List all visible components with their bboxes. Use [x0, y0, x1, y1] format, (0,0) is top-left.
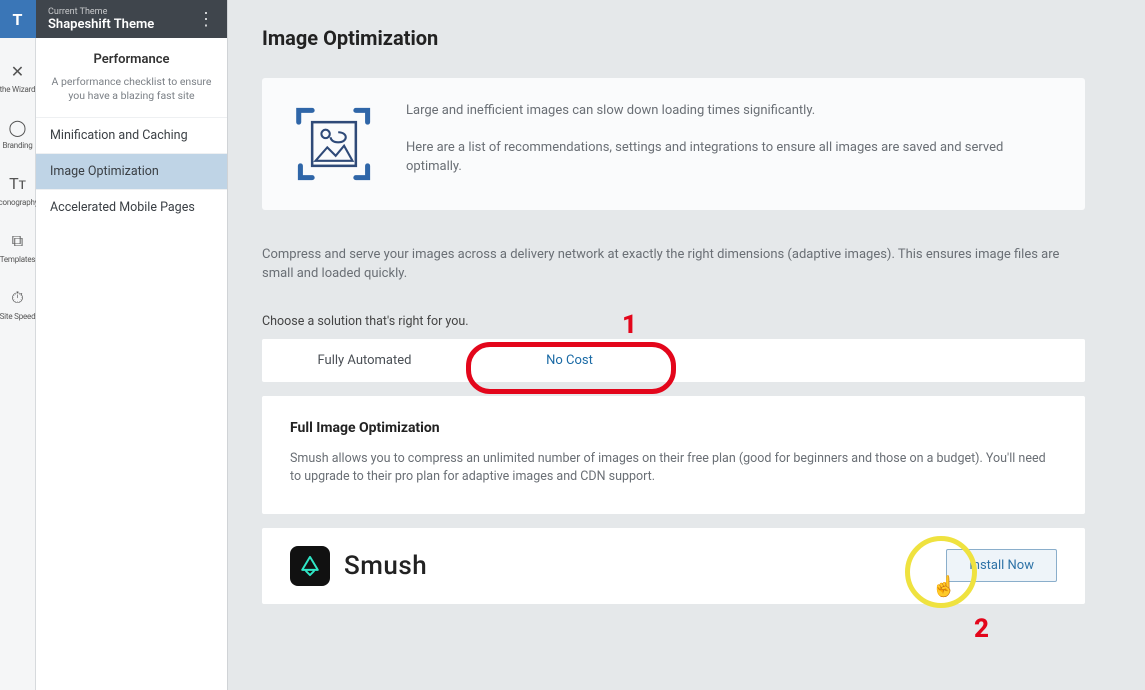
rail-item[interactable]: ◯ Branding: [0, 118, 38, 150]
rail-item[interactable]: ✕ the Wizard: [0, 62, 38, 94]
theme-pretitle: Current Theme: [48, 7, 154, 17]
sidebar: Current Theme Shapeshift Theme ⋮ Perform…: [36, 0, 228, 690]
product-name: Smush: [344, 551, 427, 581]
icon-rail: T ✕ the Wizard ◯ Branding Tᴛ iconography ⧉ Temp…: [0, 0, 36, 690]
brand-initial: T: [13, 10, 23, 29]
sidebar-item[interactable]: Minification and Caching: [36, 117, 227, 153]
sidebar-item[interactable]: Image Optimization: [36, 153, 227, 189]
lead-paragraph: Compress and serve your images across a …: [262, 246, 1085, 284]
info-p2: Here are a list of recommendations, sett…: [406, 139, 1055, 177]
rail-item-label: Site Speed: [0, 312, 35, 321]
solution-details: Full Image Optimization Smush allows you…: [262, 396, 1085, 514]
page-title: Image Optimization: [262, 26, 1085, 50]
install-now-button[interactable]: Install Now: [946, 549, 1057, 582]
info-text: Large and inefficient images can slow do…: [406, 102, 1055, 177]
install-row: Smush Install Now: [262, 528, 1085, 604]
tab-fully-automated[interactable]: Fully Automated: [262, 339, 467, 382]
solution-tabs: Fully AutomatedNo Cost: [262, 339, 1085, 382]
rail-item-icon: ◯: [9, 118, 27, 137]
rail-item-icon: Tᴛ: [9, 174, 26, 194]
product-brand: Smush: [290, 546, 427, 586]
sidebar-section-sub: A performance checklist to ensure you ha…: [36, 75, 227, 117]
brand-logo[interactable]: T: [0, 0, 36, 38]
rail-item-label: iconography: [0, 198, 38, 207]
details-body: Smush allows you to compress an unlimite…: [290, 450, 1057, 486]
rail-item[interactable]: ⏱ Site Speed: [0, 288, 38, 321]
rail-item-label: Templates: [0, 255, 35, 264]
sidebar-item[interactable]: Accelerated Mobile Pages: [36, 189, 227, 225]
rail-item-label: the Wizard: [0, 85, 35, 94]
smush-logo-icon: [290, 546, 330, 586]
rail-item[interactable]: ⧉ Templates: [0, 231, 38, 264]
rail-item[interactable]: Tᴛ iconography: [0, 174, 38, 207]
sidebar-section-title: Performance: [36, 38, 227, 75]
rail-item-label: Branding: [2, 141, 32, 150]
details-heading: Full Image Optimization: [290, 420, 1057, 436]
info-card: Large and inefficient images can slow do…: [262, 78, 1085, 210]
rail-item-icon: ✕: [11, 62, 24, 81]
main-content: Image Optimization Large and inefficient…: [228, 0, 1145, 690]
theme-banner: Current Theme Shapeshift Theme ⋮: [36, 0, 227, 38]
image-scan-icon: [292, 102, 376, 186]
theme-name: Shapeshift Theme: [48, 17, 154, 32]
tab-no-cost[interactable]: No Cost: [467, 339, 672, 382]
rail-item-icon: ⧉: [12, 231, 23, 251]
choose-label: Choose a solution that's right for you.: [262, 314, 1085, 329]
theme-menu-icon[interactable]: ⋮: [197, 9, 215, 30]
rail-item-icon: ⏱: [11, 288, 23, 308]
info-p1: Large and inefficient images can slow do…: [406, 102, 1055, 121]
